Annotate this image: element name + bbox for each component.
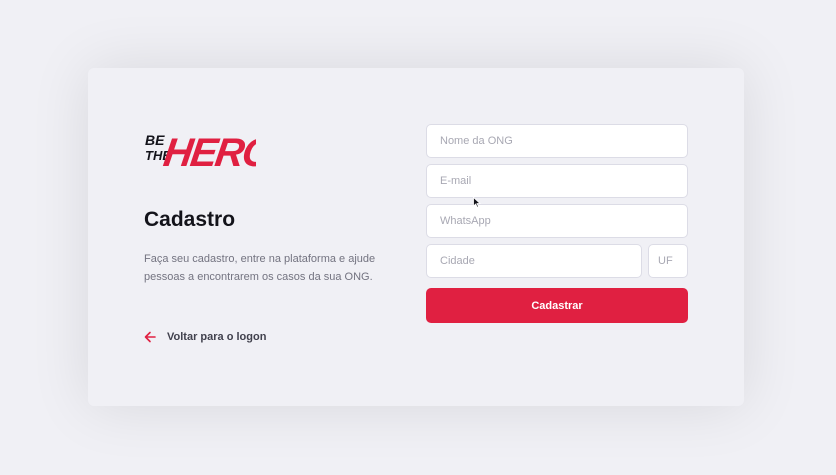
intro-section: BE THE HERO Cadastro Faça seu cadastro, … [144,124,384,297]
whatsapp-input[interactable] [426,204,688,238]
ong-name-input[interactable] [426,124,688,158]
be-the-hero-logo: BE THE HERO [144,124,256,174]
register-button[interactable]: Cadastrar [426,288,688,323]
uf-input[interactable] [648,244,688,278]
register-page: BE THE HERO Cadastro Faça seu cadastro, … [0,0,836,475]
back-link-label: Voltar para o logon [167,331,267,343]
city-input[interactable] [426,244,642,278]
page-title: Cadastro [144,208,236,231]
logo-text-hero: HERO [161,130,256,174]
register-form: Cadastrar [426,124,688,323]
arrow-left-icon [144,331,156,343]
back-to-logon-link[interactable]: Voltar para o logon [144,331,266,343]
logo-text-be: BE [145,132,165,148]
page-description: Faça seu cadastro, entre na plataforma e… [144,253,376,283]
city-uf-row [426,244,688,284]
email-input[interactable] [426,164,688,198]
register-card: BE THE HERO Cadastro Faça seu cadastro, … [88,68,744,406]
mouse-cursor-icon [473,195,482,213]
